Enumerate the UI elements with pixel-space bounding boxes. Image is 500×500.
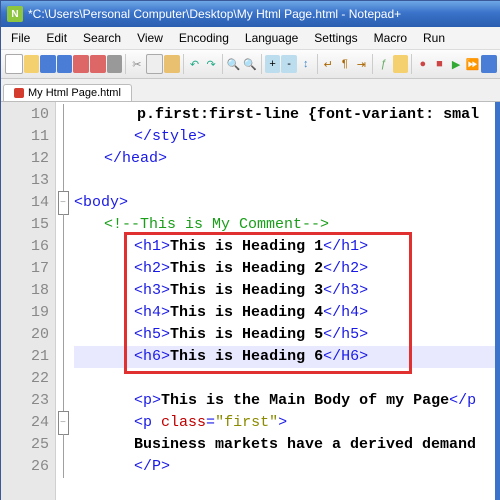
window-title: *C:\Users\Personal Computer\Desktop\My H… bbox=[28, 7, 401, 21]
redo-icon[interactable]: ↷ bbox=[203, 55, 219, 73]
undo-icon[interactable]: ↶ bbox=[187, 55, 203, 73]
copy-icon[interactable] bbox=[146, 54, 164, 74]
wrap-icon[interactable]: ↵ bbox=[320, 55, 336, 73]
menu-run[interactable]: Run bbox=[415, 28, 453, 48]
close-all-icon[interactable] bbox=[90, 55, 106, 73]
menu-macro[interactable]: Macro bbox=[366, 28, 415, 48]
fold-column: − − bbox=[56, 102, 70, 500]
print-icon[interactable] bbox=[107, 55, 123, 73]
new-icon[interactable] bbox=[5, 54, 23, 74]
macro-multi-icon[interactable]: ⏩ bbox=[465, 55, 481, 73]
modified-indicator-icon bbox=[14, 88, 24, 98]
find-icon[interactable]: 🔍 bbox=[226, 55, 242, 73]
close-icon[interactable] bbox=[73, 55, 89, 73]
menu-settings[interactable]: Settings bbox=[306, 28, 365, 48]
paste-icon[interactable] bbox=[164, 55, 180, 73]
macro-rec-icon[interactable]: ● bbox=[415, 55, 431, 73]
menu-search[interactable]: Search bbox=[75, 28, 129, 48]
menubar: File Edit Search View Encoding Language … bbox=[1, 27, 500, 50]
save-icon[interactable] bbox=[40, 55, 56, 73]
macro-save-icon[interactable] bbox=[481, 55, 497, 73]
window-titlebar: N *C:\Users\Personal Computer\Desktop\My… bbox=[1, 1, 500, 27]
code-editor[interactable]: 101112 131415 161718 192021 222324 2526 … bbox=[1, 102, 500, 500]
menu-view[interactable]: View bbox=[129, 28, 171, 48]
fold-minus-icon[interactable]: − bbox=[58, 191, 69, 215]
fold-minus-icon[interactable]: − bbox=[58, 411, 69, 435]
macro-stop-icon[interactable]: ■ bbox=[432, 55, 448, 73]
replace-icon[interactable]: 🔍 bbox=[242, 55, 258, 73]
app-icon: N bbox=[7, 6, 23, 22]
folder-icon[interactable] bbox=[393, 55, 409, 73]
tab-bar: My Html Page.html bbox=[1, 79, 500, 102]
tab-label: My Html Page.html bbox=[28, 87, 121, 99]
toolbar: ✂ ↶ ↷ 🔍 🔍 + - ↕ ↵ ¶ ⇥ ƒ ● ■ ▶ ⏩ bbox=[1, 50, 500, 79]
save-all-icon[interactable] bbox=[57, 55, 73, 73]
menu-edit[interactable]: Edit bbox=[38, 28, 75, 48]
open-icon[interactable] bbox=[24, 55, 40, 73]
menu-encoding[interactable]: Encoding bbox=[171, 28, 237, 48]
code-area[interactable]: p.first:first-line {font-variant: smal <… bbox=[70, 102, 495, 500]
func-icon[interactable]: ƒ bbox=[376, 55, 392, 73]
show-all-icon[interactable]: ¶ bbox=[337, 55, 353, 73]
menu-file[interactable]: File bbox=[3, 28, 38, 48]
zoom-in-icon[interactable]: + bbox=[265, 55, 281, 73]
indent-icon[interactable]: ⇥ bbox=[354, 55, 370, 73]
cut-icon[interactable]: ✂ bbox=[129, 55, 145, 73]
tab-file[interactable]: My Html Page.html bbox=[3, 84, 132, 101]
sync-icon[interactable]: ↕ bbox=[298, 55, 314, 73]
menu-language[interactable]: Language bbox=[237, 28, 306, 48]
zoom-out-icon[interactable]: - bbox=[281, 55, 297, 73]
line-gutter: 101112 131415 161718 192021 222324 2526 bbox=[1, 102, 56, 500]
macro-play-icon[interactable]: ▶ bbox=[448, 55, 464, 73]
